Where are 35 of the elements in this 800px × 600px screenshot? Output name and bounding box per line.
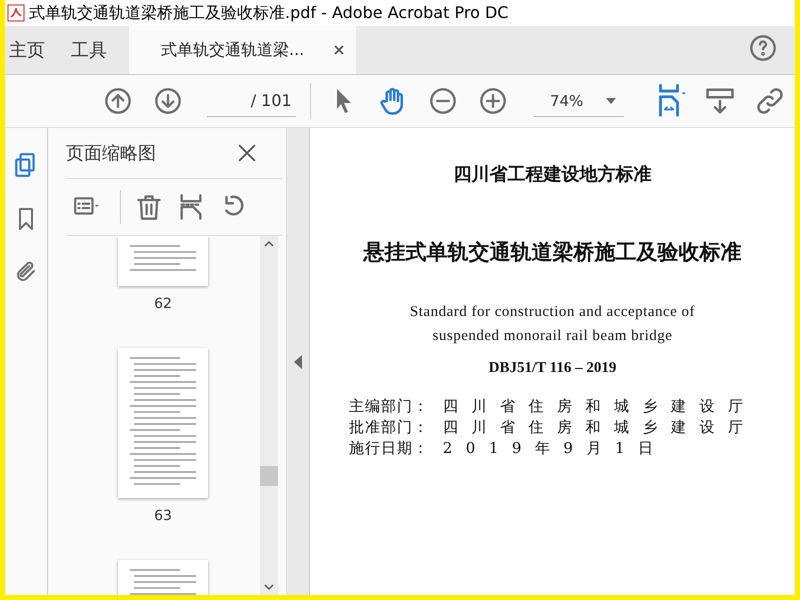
field-value: 2019年9月1日 [442, 439, 667, 458]
page-number: 63 [154, 508, 172, 524]
tab[interactable]: 主页 [5, 26, 59, 74]
tab[interactable]: 工具 [67, 26, 121, 74]
document-title: 悬挂式单轨交通轨道梁桥施工及验收标准 [364, 239, 742, 266]
scrollbar[interactable] [260, 236, 278, 595]
close-icon[interactable] [236, 142, 258, 164]
help-icon[interactable] [749, 34, 777, 62]
english-title: Standard for construction and acceptance of [410, 303, 696, 322]
caret-icon[interactable] [606, 98, 616, 104]
page-number: 62 [154, 296, 172, 312]
download-toolbar-icon[interactable] [705, 86, 736, 116]
page-thumbnail[interactable] [118, 236, 208, 286]
link-icon[interactable] [755, 86, 786, 116]
field-label: 主编部门： [348, 397, 430, 416]
tab[interactable]: 式单轨交通轨道梁... [129, 26, 356, 74]
window-title: 式单轨交通轨道梁桥施工及验收标准.pdf - Adobe Acrobat Pro DC [29, 2, 508, 24]
field-label: 批准部门： [348, 418, 430, 437]
collapse-arrow-icon[interactable] [294, 354, 302, 368]
zoom-dropdown[interactable]: 74% [534, 86, 624, 116]
panel-title: 页面缩略图 [66, 142, 156, 165]
field-value: 四川省住房和城乡建设厅 [442, 397, 756, 416]
zoom-in-icon[interactable] [479, 87, 508, 115]
standard-header: 四川省工程建设地方标准 [454, 163, 652, 186]
page-thumbnail[interactable] [118, 348, 208, 498]
field-value: 四川省住房和城乡建设厅 [442, 418, 756, 437]
arrow-up-circle-icon[interactable] [104, 87, 132, 115]
page-number-field[interactable]: / 101 [206, 86, 296, 116]
scrollbar-thumb[interactable] [260, 466, 278, 486]
standard-code: DBJ51/T 116 – 2019 [488, 360, 616, 377]
arrow-down-circle-icon[interactable] [154, 87, 182, 115]
zoom-out-icon[interactable] [429, 87, 458, 115]
english-title: suspended monorail rail beam bridge [432, 327, 672, 346]
field-label: 施行日期： [348, 439, 430, 458]
close-icon[interactable] [334, 45, 344, 55]
